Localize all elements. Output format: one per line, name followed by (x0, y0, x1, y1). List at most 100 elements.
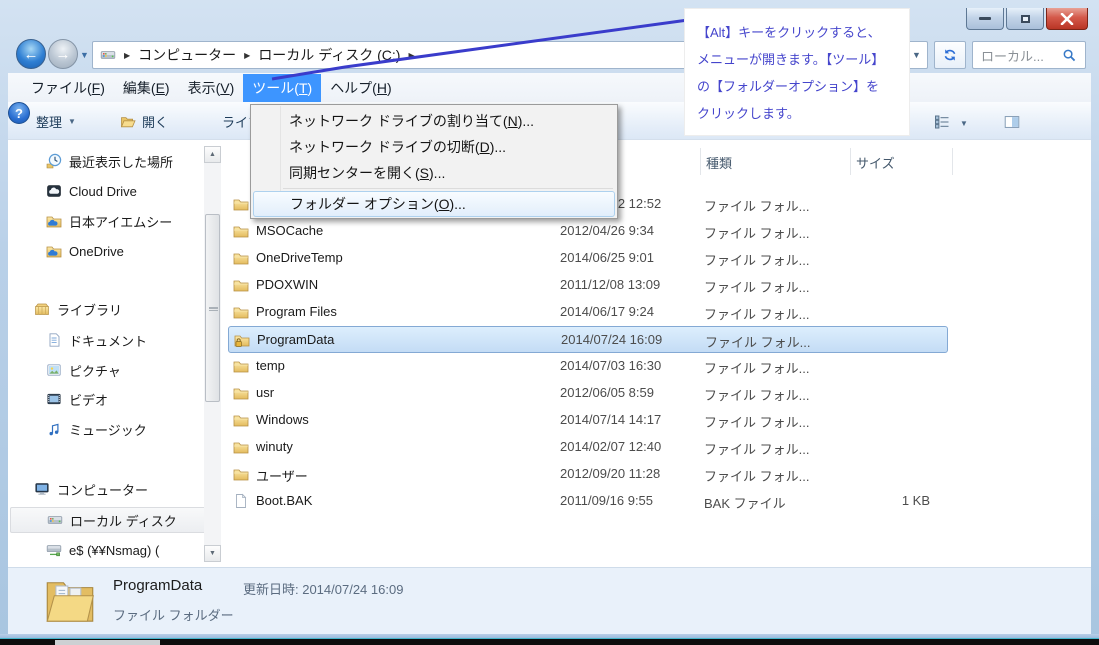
preview-pane-button[interactable] (1004, 114, 1020, 130)
folder-icon (233, 304, 249, 320)
dropdown-caret-icon: ▼ (68, 117, 76, 126)
restore-button[interactable] (1006, 8, 1044, 30)
close-button[interactable] (1046, 8, 1088, 30)
search-icon[interactable] (1062, 48, 1077, 63)
folder-icon (233, 358, 249, 374)
sidebar-item-computer[interactable]: コンピューター (10, 476, 210, 502)
sidebar-item-cloud-drive[interactable]: Cloud Drive (10, 178, 210, 204)
menu-help[interactable]: ヘルプ(H) (321, 74, 400, 102)
change-view-button[interactable] (934, 114, 950, 130)
forward-button[interactable]: → (48, 39, 78, 69)
folder-icon (233, 277, 249, 293)
refresh-button[interactable] (934, 41, 966, 69)
table-row[interactable]: Windows2014/07/14 14:17ファイル フォル... (228, 407, 948, 434)
refresh-icon (942, 47, 958, 63)
pictures-icon (46, 362, 62, 378)
breadcrumb-arrow-icon[interactable]: ▶ (236, 51, 258, 60)
documents-icon (46, 332, 62, 348)
table-row[interactable]: MSOCache2012/04/26 9:34ファイル フォル... (228, 218, 948, 245)
sidebar-item-nihon-imc[interactable]: 日本アイエムシー (10, 208, 210, 234)
sync-folder-icon (46, 213, 62, 229)
details-pane: ProgramData 更新日時: 2014/07/24 16:09 ファイル … (8, 567, 1091, 634)
sidebar-item-music[interactable]: ミュージック (10, 416, 210, 442)
music-icon (46, 421, 62, 437)
menu-item-map-network-drive[interactable]: ネットワーク ドライブの割り当て(N)... (253, 108, 615, 134)
views-caret-icon[interactable]: ▼ (960, 119, 968, 128)
taskbar-strip (0, 639, 1099, 645)
table-row[interactable]: ユーザー2012/09/20 11:28ファイル フォル... (228, 461, 948, 488)
selected-item-modified: 更新日時: 2014/07/24 16:09 (243, 579, 403, 598)
sync-folder-icon (46, 243, 62, 259)
sidebar-item-videos[interactable]: ビデオ (10, 386, 210, 412)
menu-bar: ファイル(F) 編集(E) 表示(V) ツール(T) ヘルプ(H) (8, 73, 1091, 102)
scrollbar-thumb[interactable] (205, 214, 220, 402)
preview-pane-icon (1004, 114, 1020, 130)
instruction-callout: 【Alt】キーをクリックすると、 メニューが開きます。【ツール】 の【フォルダー… (684, 8, 910, 136)
menu-view[interactable]: 表示(V) (179, 74, 244, 102)
recent-places-icon (46, 153, 62, 169)
column-header-size[interactable]: サイズ (856, 153, 895, 172)
explorer-window: { "icons": { "breadcrumb-arrow": "▶", "d… (0, 0, 1099, 645)
sidebar-scrollbar[interactable]: ▲ ▼ (204, 146, 221, 562)
close-icon (1060, 13, 1074, 25)
sidebar-item-onedrive[interactable]: OneDrive (10, 238, 210, 264)
search-placeholder: ローカル... (981, 46, 1062, 65)
menu-file[interactable]: ファイル(F) (22, 74, 114, 102)
table-row[interactable]: usr2012/06/05 8:59ファイル フォル... (228, 380, 948, 407)
minimize-icon (979, 17, 991, 20)
folder-icon (233, 412, 249, 428)
folder-icon (233, 439, 249, 455)
table-row[interactable]: Program Files2014/06/17 9:24ファイル フォル... (228, 299, 948, 326)
breadcrumb-arrow-icon[interactable]: ▶ (116, 51, 138, 60)
forward-arrow-icon: → (56, 47, 71, 62)
sidebar-item-pictures[interactable]: ピクチャ (10, 357, 210, 383)
locked-folder-icon (234, 332, 250, 348)
computer-icon (34, 481, 50, 497)
navigation-pane: 最近表示した場所 Cloud Drive 日本アイエムシー OneDrive ラ… (8, 140, 222, 567)
minimize-button[interactable] (966, 8, 1004, 30)
sidebar-item-libraries[interactable]: ライブラリ (10, 296, 210, 322)
selected-item-type: ファイル フォルダー (113, 605, 234, 624)
scroll-up-button[interactable]: ▲ (204, 146, 221, 163)
menu-item-folder-options[interactable]: フォルダー オプション(O)... (253, 191, 615, 217)
help-button[interactable]: ? (8, 102, 30, 124)
table-row-selected[interactable]: ProgramData2014/07/24 16:09ファイル フォル... (228, 326, 948, 353)
back-arrow-icon: ← (24, 47, 39, 62)
menu-edit[interactable]: 編集(E) (114, 74, 179, 102)
breadcrumb-arrow-icon[interactable]: ▶ (400, 51, 422, 60)
sidebar-item-network-share[interactable]: e$ (¥¥Nsmag) ( (10, 537, 210, 563)
breadcrumb-item-local-disk[interactable]: ローカル ディスク (C:) (258, 45, 400, 65)
column-header-type[interactable]: 種類 (706, 153, 732, 172)
folder-icon (233, 250, 249, 266)
open-button[interactable]: 開く (120, 112, 168, 131)
selected-item-name: ProgramData (113, 577, 202, 594)
table-row[interactable]: PDOXWIN2011/12/08 13:09ファイル フォル... (228, 272, 948, 299)
back-button[interactable]: ← (16, 39, 46, 69)
sidebar-item-local-disk[interactable]: ローカル ディスク (10, 507, 210, 533)
menu-item-disconnect-network-drive[interactable]: ネットワーク ドライブの切断(D)... (253, 134, 615, 160)
table-row[interactable]: OneDriveTemp2014/06/25 9:01ファイル フォル... (228, 245, 948, 272)
sidebar-item-documents[interactable]: ドキュメント (10, 327, 210, 353)
scroll-down-icon: ▼ (209, 550, 216, 557)
folder-icon (233, 385, 249, 401)
table-row[interactable]: Boot.BAK2011/09/16 9:55BAK ファイル1 KB (228, 488, 948, 515)
menu-tools[interactable]: ツール(T) (243, 74, 321, 102)
table-row[interactable]: temp2014/07/03 16:30ファイル フォル... (228, 353, 948, 380)
libraries-icon (34, 301, 50, 317)
folder-icon (233, 196, 249, 212)
breadcrumb-item-computer[interactable]: コンピューター (138, 45, 236, 65)
menu-item-open-sync-center[interactable]: 同期センターを開く(S)... (253, 160, 615, 186)
folder-icon (233, 223, 249, 239)
folder-icon (233, 466, 249, 482)
tools-menu-popup: ネットワーク ドライブの割り当て(N)... ネットワーク ドライブの切断(D)… (250, 104, 618, 219)
organize-button[interactable]: 整理▼ (36, 112, 76, 131)
file-icon (233, 493, 249, 509)
scroll-up-icon: ▲ (209, 151, 216, 158)
scroll-down-button[interactable]: ▼ (204, 545, 221, 562)
videos-icon (46, 391, 62, 407)
sidebar-item-recent-places[interactable]: 最近表示した場所 (10, 148, 210, 174)
table-row[interactable]: winuty2014/02/07 12:40ファイル フォル... (228, 434, 948, 461)
cloud-drive-icon (46, 183, 62, 199)
recent-pages-caret-icon[interactable]: ▼ (80, 50, 89, 60)
search-input[interactable]: ローカル... (972, 41, 1086, 69)
